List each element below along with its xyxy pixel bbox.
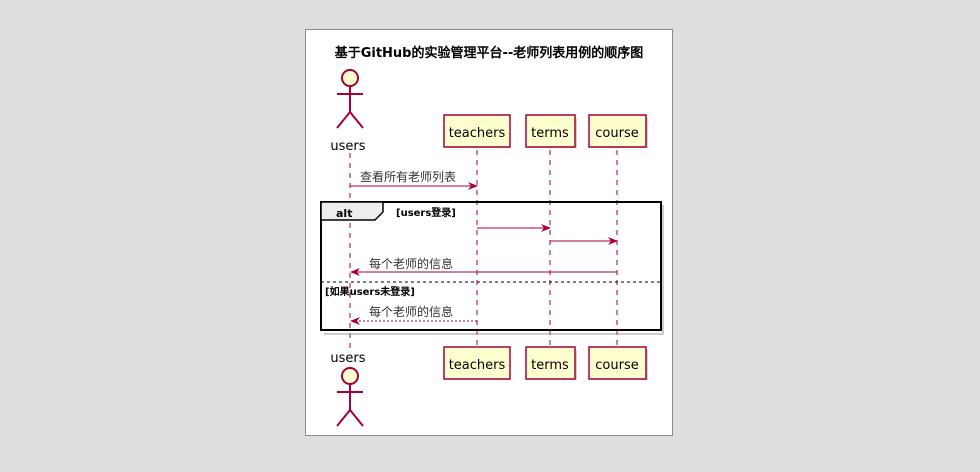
actor-bottom-icon: [336, 367, 364, 427]
svg-text:terms: terms: [531, 358, 569, 373]
actor-top-icon: [336, 69, 364, 129]
participant-bottom-course: course: [588, 346, 648, 380]
participant-top-terms: terms: [525, 114, 577, 148]
participant-top-teachers: teachers: [443, 114, 511, 148]
svg-text:course: course: [595, 126, 638, 141]
svg-text:terms: terms: [531, 126, 569, 141]
sequence-diagram: 基于GitHub的实验管理平台--老师列表用例的顺序图 users teache…: [320, 45, 664, 427]
actor-top-label: users: [330, 139, 365, 154]
message-4-label: 每个老师的信息: [369, 256, 453, 271]
participant-bottom-teachers: teachers: [443, 346, 511, 380]
svg-text:teachers: teachers: [449, 358, 506, 373]
actor-bottom-label: users: [330, 351, 365, 366]
participant-bottom-terms: terms: [525, 346, 577, 380]
alt-operator-label: alt: [336, 207, 352, 220]
canvas: 基于GitHub的实验管理平台--老师列表用例的顺序图 users teache…: [0, 0, 980, 472]
svg-text:course: course: [595, 358, 638, 373]
alt-guard-1: [users登录]: [396, 206, 456, 219]
svg-text:teachers: teachers: [449, 126, 506, 141]
participant-top-course: course: [588, 114, 648, 148]
message-1-label: 查看所有老师列表: [360, 170, 456, 184]
message-5-label: 每个老师的信息: [369, 304, 453, 319]
diagram-title: 基于GitHub的实验管理平台--老师列表用例的顺序图: [334, 45, 644, 61]
alt-guard-2: [如果users未登录]: [325, 285, 415, 298]
